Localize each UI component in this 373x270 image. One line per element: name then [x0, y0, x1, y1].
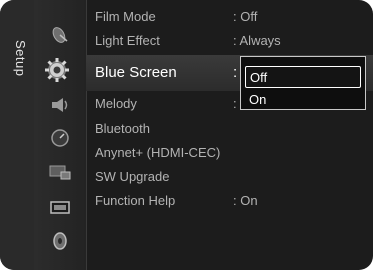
satellite-dish-icon[interactable]	[47, 24, 73, 46]
menu-item-value: :	[233, 64, 238, 81]
section-side-label: Setup	[0, 0, 34, 270]
menu-item-bluetooth[interactable]: Bluetooth	[86, 118, 373, 140]
speaker-icon[interactable]	[47, 94, 73, 116]
menu-item-label: Bluetooth	[95, 121, 150, 136]
menu-item-light-effect[interactable]: Light Effect : Always	[86, 30, 373, 52]
blue-screen-dropdown: Off On	[240, 56, 366, 110]
menu-item-label: Blue Screen	[95, 64, 177, 81]
menu-item-label: Light Effect	[95, 33, 160, 48]
disc-icon[interactable]	[47, 230, 73, 252]
menu-item-value: :	[233, 96, 237, 111]
dropdown-option-off[interactable]: Off	[245, 66, 361, 88]
setup-menu-list: Film Mode : Off Light Effect : Always Bl…	[86, 0, 373, 270]
menu-item-sw-upgrade[interactable]: SW Upgrade	[86, 166, 373, 188]
setup-menu-window: Setup Film Mode: Off Light Effect: Alw…	[0, 0, 373, 270]
clock-icon[interactable]	[47, 127, 73, 149]
menu-item-label: Anynet+ (HDMI-CEC)	[95, 145, 221, 160]
display-icon[interactable]	[47, 196, 73, 218]
section-title: Setup	[13, 40, 28, 77]
menu-item-label: SW Upgrade	[95, 169, 170, 184]
menu-item-label: Film Mode	[95, 9, 156, 24]
category-icon-column	[34, 0, 87, 270]
menu-item-value: : Off	[233, 9, 258, 24]
gear-icon[interactable]	[44, 58, 70, 82]
menu-item-label: Function Help	[95, 193, 176, 208]
dropdown-option-on[interactable]: On	[245, 89, 361, 111]
menu-item-value: : Always	[233, 33, 281, 48]
menu-item-function-help[interactable]: Function Help : On	[86, 190, 373, 212]
menu-item-anynet[interactable]: Anynet+ (HDMI-CEC)	[86, 142, 373, 164]
menu-item-value: : On	[233, 193, 258, 208]
picture-icon[interactable]	[47, 161, 73, 183]
menu-item-label: Melody	[95, 96, 137, 111]
menu-item-film-mode[interactable]: Film Mode : Off	[86, 6, 373, 28]
